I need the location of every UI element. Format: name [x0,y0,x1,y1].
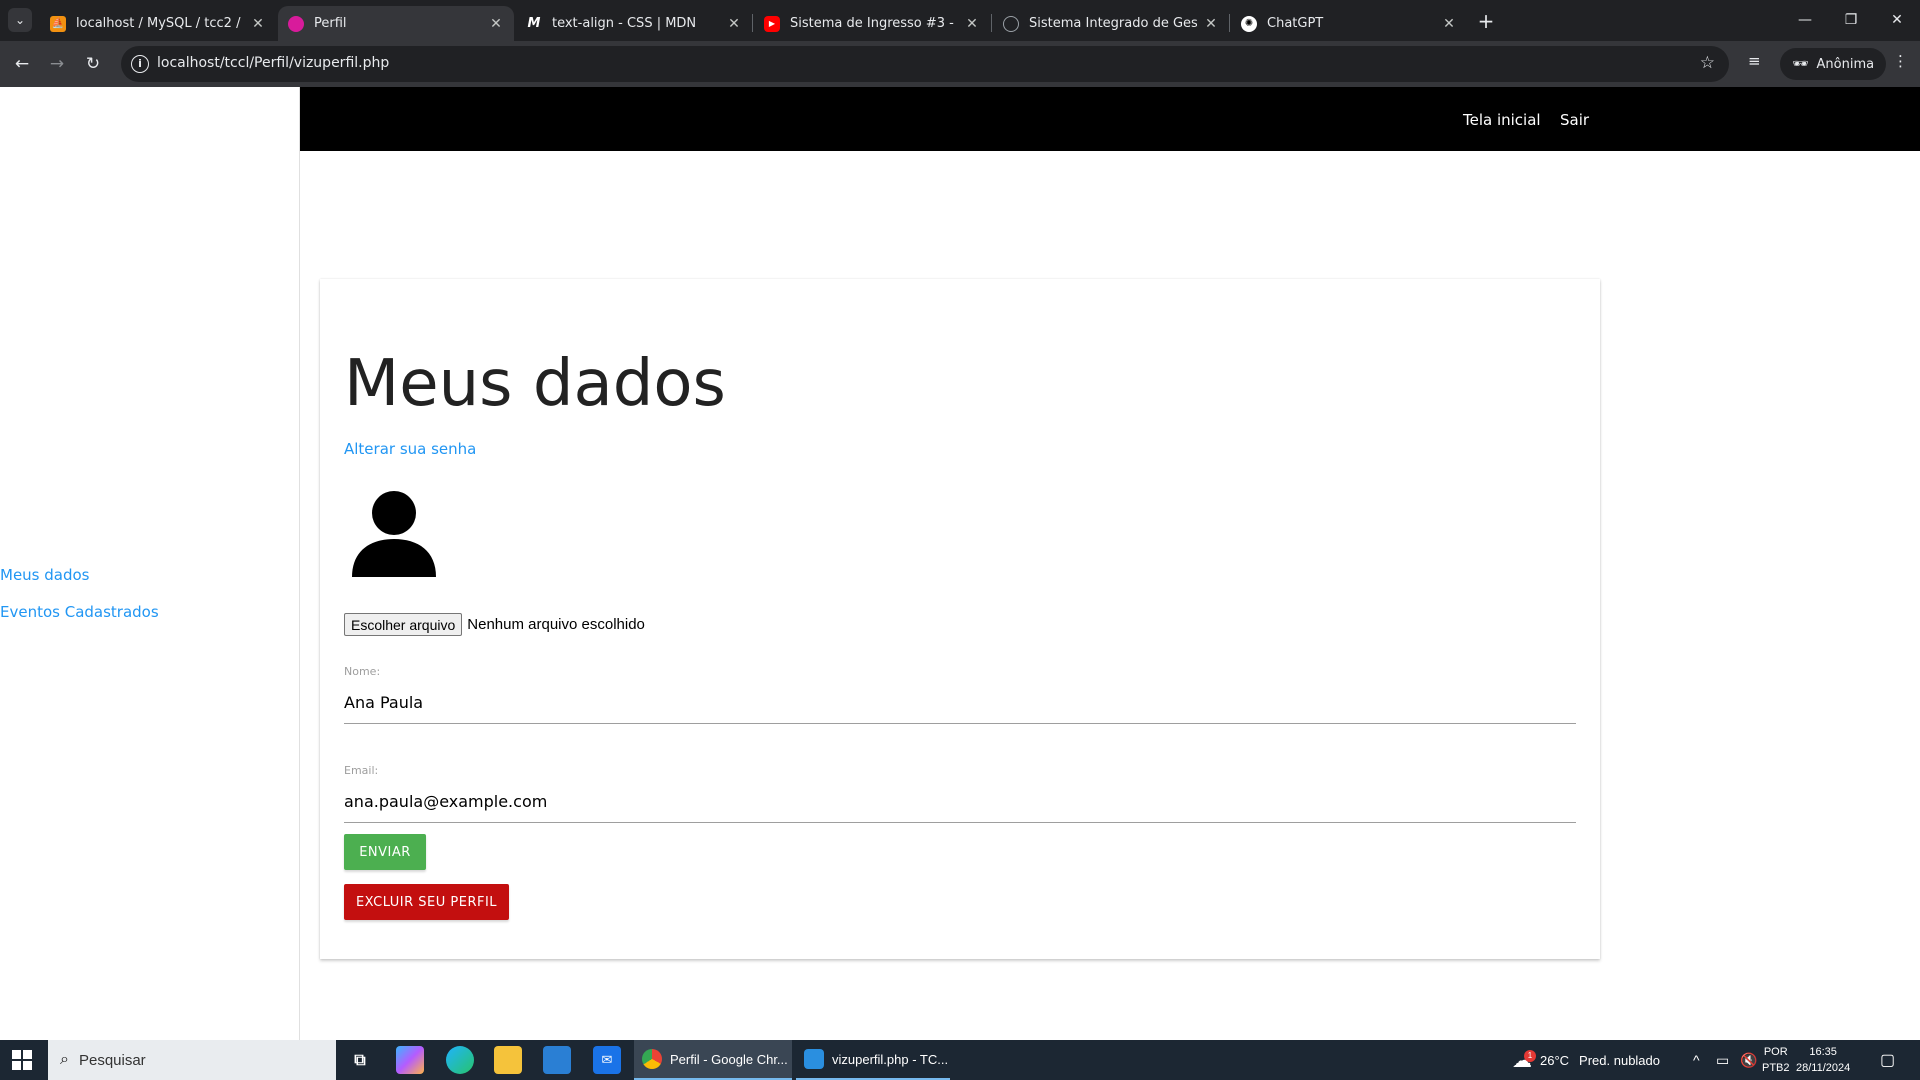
minimize-icon[interactable]: — [1782,0,1828,41]
page-viewport: Meus dados Eventos Cadastrados Tela inic… [0,87,1920,1040]
close-icon[interactable]: ✕ [1441,16,1457,32]
tab-title: Sistema Integrado de Gestão de [1029,16,1197,31]
reload-icon[interactable]: ↻ [81,52,105,76]
media-controls-icon[interactable]: ≡ [1748,52,1761,70]
tab-title: Sistema de Ingresso #3 - Minha [790,16,958,31]
browser-tab-strip: ⌄ ⛵ localhost / MySQL / tcc2 / usua ✕ Pe… [0,0,1920,41]
copilot-icon[interactable] [396,1046,424,1074]
file-status-text: Nenhum arquivo escolhido [467,616,645,633]
network-icon[interactable]: ▭ [1716,1040,1729,1080]
phpmyadmin-icon: ⛵ [50,15,66,32]
windows-start-icon[interactable] [12,1050,32,1070]
tab-title: Perfil [314,16,347,31]
taskbar-window-label: Perfil - Google Chr... [670,1051,788,1067]
choose-file-button[interactable]: Escolher arquivo [344,613,463,636]
lang-line-1: POR [1763,1046,1788,1058]
nav-link-logout[interactable]: Sair [1560,111,1589,129]
taskbar-search-placeholder: Pesquisar [78,1051,146,1069]
speaker-muted-icon[interactable]: 🔇 [1740,1040,1757,1080]
close-icon[interactable]: ✕ [964,16,980,32]
youtube-icon: ▶ [764,15,780,32]
clock-date: 28/11/2024 [1796,1062,1851,1074]
window-close-icon[interactable]: ✕ [1874,0,1920,41]
tab-perfil[interactable]: Perfil ✕ [278,6,514,41]
close-icon[interactable]: ✕ [726,16,742,32]
mdn-icon: M [527,16,541,31]
lang-line-2: PTB2 [1762,1062,1790,1074]
tab-separator [752,14,753,32]
search-icon: ⌕ [60,1051,69,1068]
tab-title: localhost / MySQL / tcc2 / usua [76,16,244,31]
menu-kebab-icon[interactable]: ⋮ [1893,52,1908,70]
sidebar-item-eventos-cadastrados[interactable]: Eventos Cadastrados [0,603,159,621]
tray-overflow-icon[interactable]: ^ [1693,1040,1700,1080]
clock-time: 16:35 [1809,1046,1837,1058]
browser-toolbar: ← → ↻ i localhost/tccl/Perfil/vizuperfil… [0,41,1920,87]
nav-link-home[interactable]: Tela inicial [1463,111,1541,129]
tab-sig[interactable]: Sistema Integrado de Gestão de ✕ [993,6,1229,41]
tab-phpmyadmin[interactable]: ⛵ localhost / MySQL / tcc2 / usua ✕ [40,6,276,41]
cloud-icon: ☁ 1 [1512,1048,1536,1073]
address-bar[interactable]: i localhost/tccl/Perfil/vizuperfil.php ☆ [121,46,1729,82]
delete-profile-button[interactable]: EXCLUIR SEU PERFIL [344,884,509,920]
close-icon[interactable]: ✕ [1203,16,1219,32]
notification-icon[interactable]: ▢ [1880,1040,1895,1080]
url-text[interactable]: localhost/tccl/Perfil/vizuperfil.php [157,55,389,71]
taskbar-window-vscode[interactable]: vizuperfil.php - TC... [796,1040,950,1080]
change-password-link[interactable]: Alterar sua senha [344,440,476,458]
sidebar-item-meus-dados[interactable]: Meus dados [0,566,90,584]
pink-circle-icon [288,15,304,32]
weather-desc: Pred. nublado [1579,1052,1660,1068]
file-explorer-icon[interactable] [494,1046,522,1074]
taskbar: ⌕ Pesquisar ⧉ ✉ Perfil - Google Chr... v… [0,1040,1920,1080]
globe-icon [1003,15,1019,32]
email-field[interactable] [344,781,1576,823]
top-navbar: Tela inicial Sair [300,87,1920,151]
chrome-icon [642,1049,662,1069]
name-label: Nome: [344,665,381,678]
incognito-icon: 🕶 [1792,56,1809,72]
tab-separator [1229,14,1230,32]
avatar-person-icon [352,491,436,577]
language-indicator[interactable]: POR PTB2 [1762,1044,1790,1076]
sidebar: Meus dados Eventos Cadastrados [0,87,300,1040]
taskbar-search[interactable]: ⌕ Pesquisar [48,1040,336,1080]
chatgpt-icon: ✺ [1241,15,1257,32]
name-field[interactable] [344,682,1576,724]
vscode-icon [804,1049,824,1069]
task-view-icon[interactable]: ⧉ [346,1046,374,1074]
weather-badge: 1 [1524,1049,1536,1062]
incognito-label: Anônima [1816,56,1875,72]
new-tab-icon[interactable]: + [1472,8,1500,36]
close-icon[interactable]: ✕ [488,16,504,32]
taskbar-window-chrome[interactable]: Perfil - Google Chr... [634,1040,792,1080]
bookmark-star-icon[interactable]: ☆ [1700,53,1715,73]
tab-youtube[interactable]: ▶ Sistema de Ingresso #3 - Minha ✕ [754,6,990,41]
close-icon[interactable]: ✕ [250,16,266,32]
back-icon[interactable]: ← [10,52,34,76]
submit-button[interactable]: ENVIAR [344,834,426,870]
email-label: Email: [344,764,379,777]
site-info-icon[interactable]: i [131,55,149,73]
weather-widget[interactable]: ☁ 1 26°C Pred. nublado [1512,1040,1660,1080]
tab-title: ChatGPT [1267,16,1324,31]
incognito-indicator[interactable]: 🕶 Anônima [1780,48,1887,80]
page-title: Meus dados [344,347,726,421]
forward-icon[interactable]: → [45,52,69,76]
edge-icon[interactable] [446,1046,474,1074]
mail-icon[interactable]: ✉ [593,1046,621,1074]
tab-separator [991,14,992,32]
weather-temp: 26°C [1540,1052,1570,1068]
file-upload: Escolher arquivo Nenhum arquivo escolhid… [344,613,645,636]
tab-search-chevron-icon[interactable]: ⌄ [8,8,32,32]
tab-chatgpt[interactable]: ✺ ChatGPT ✕ [1231,6,1467,41]
clock[interactable]: 16:35 28/11/2024 [1796,1044,1850,1076]
tab-title: text-align - CSS | MDN [552,16,697,31]
profile-card: Meus dados Alterar sua senha Escolher ar… [320,279,1600,959]
taskbar-window-label: vizuperfil.php - TC... [832,1051,949,1067]
restore-icon[interactable]: ❐ [1828,0,1874,41]
microsoft-store-icon[interactable] [543,1046,571,1074]
tab-mdn[interactable]: M text-align - CSS | MDN ✕ [516,6,752,41]
